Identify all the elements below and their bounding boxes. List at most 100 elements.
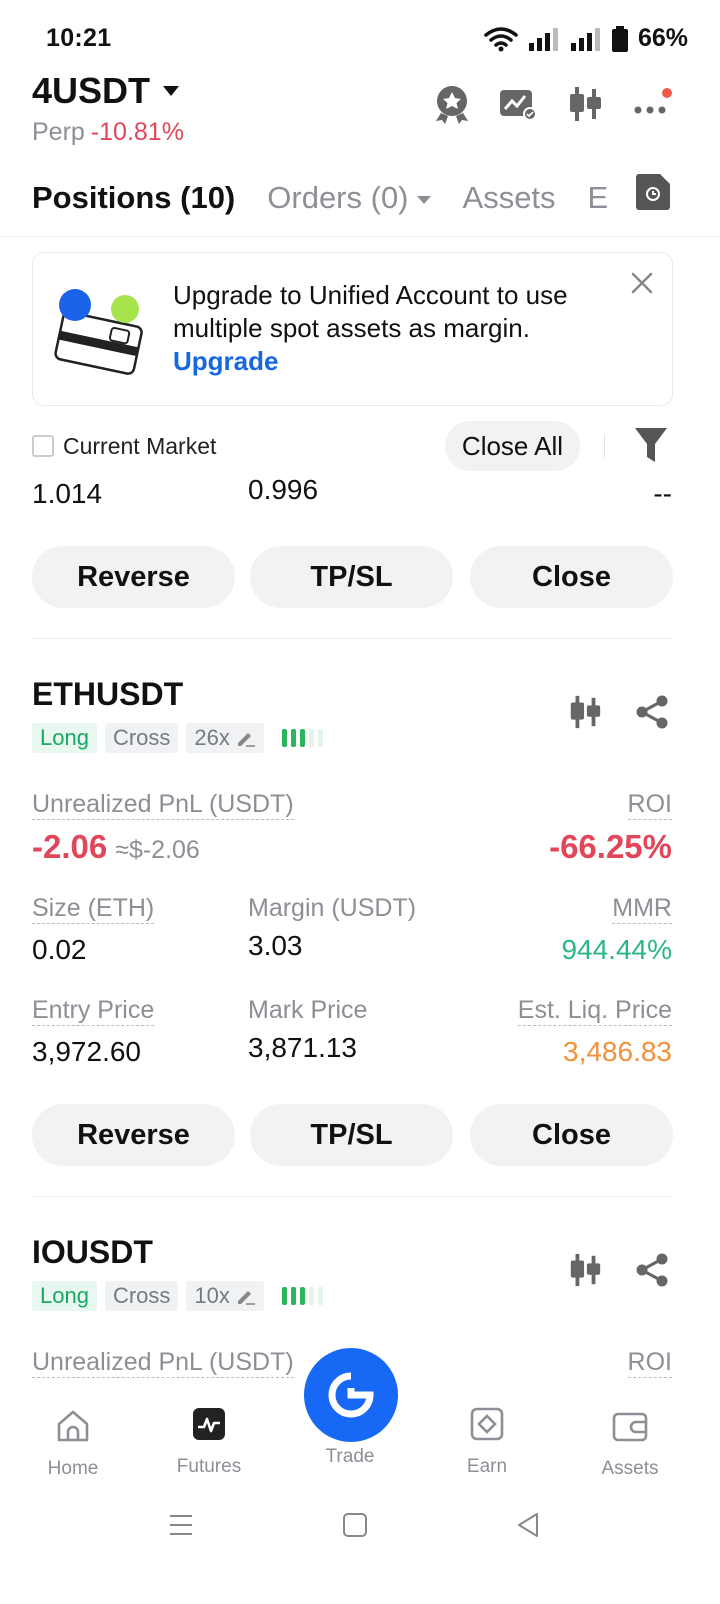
tab-positions[interactable]: Positions (10) — [32, 180, 235, 216]
banner-text: Upgrade to Unified Account to use multip… — [173, 280, 568, 343]
price-change: -10.81% — [90, 118, 184, 146]
size-value: 0.02 — [32, 934, 87, 965]
system-navigation-bar — [0, 1500, 720, 1604]
liq-price-value: 3,486.83 — [563, 1036, 672, 1067]
position-divider — [32, 638, 673, 639]
unrealized-pnl-label[interactable]: Unrealized PnL (USDT) — [32, 790, 294, 820]
pnl-value: -2.06 — [32, 828, 108, 865]
home-button-icon[interactable] — [342, 1512, 368, 1538]
tab-orders[interactable]: Orders (0) — [267, 180, 431, 216]
tab-more[interactable]: E — [588, 180, 609, 216]
leverage-badge[interactable]: 10x — [186, 1281, 264, 1311]
leverage-value: 10x — [194, 1283, 230, 1308]
position-tags: Long Cross 26x — [32, 723, 323, 753]
pair-name: 4USDT — [32, 70, 151, 111]
partial-liq-price: -- — [653, 478, 672, 509]
position-tags: Long Cross 10x — [32, 1281, 323, 1311]
reverse-button[interactable]: Reverse — [32, 546, 235, 608]
nav-earn-label: Earn — [466, 1456, 508, 1477]
order-history-icon[interactable] — [636, 174, 670, 210]
nav-futures-label: Futures — [176, 1456, 242, 1477]
close-position-button[interactable]: Close — [470, 1104, 673, 1166]
close-all-button[interactable]: Close All — [445, 421, 580, 471]
edit-icon — [237, 733, 255, 747]
nav-assets-label: Assets — [601, 1458, 659, 1479]
share-icon[interactable] — [634, 1252, 670, 1288]
upgrade-link[interactable]: Upgrade — [173, 345, 613, 378]
entry-price-label[interactable]: Entry Price — [32, 996, 155, 1026]
current-market-label[interactable]: Current Market — [63, 433, 216, 460]
side-badge: Long — [32, 1281, 97, 1311]
wallet-illustration-icon — [54, 289, 143, 375]
nav-futures[interactable]: Futures — [154, 1406, 264, 1478]
pair-selector[interactable]: 4USDT — [32, 70, 180, 112]
roi-label[interactable]: ROI — [627, 1348, 672, 1378]
nav-earn[interactable]: Earn — [432, 1406, 542, 1478]
roi-label[interactable]: ROI — [627, 790, 672, 820]
signal-icon-2 — [570, 27, 600, 51]
status-indicators: 66% — [484, 24, 688, 53]
earn-icon — [470, 1407, 504, 1441]
liq-price-label[interactable]: Est. Liq. Price — [517, 996, 672, 1026]
margin-mode-badge: Cross — [104, 723, 179, 753]
close-icon[interactable] — [628, 269, 656, 297]
trade-button[interactable] — [304, 1348, 398, 1442]
recent-apps-icon[interactable] — [168, 1512, 194, 1538]
unrealized-pnl-label[interactable]: Unrealized PnL (USDT) — [32, 1348, 294, 1378]
rewards-badge-icon[interactable] — [430, 82, 474, 126]
pair-subtitle: Perp -10.81% — [32, 118, 184, 147]
candlestick-icon[interactable] — [567, 694, 603, 730]
candlestick-icon[interactable] — [567, 1252, 603, 1288]
tab-assets[interactable]: Assets — [463, 180, 556, 216]
battery-level: 66% — [637, 24, 688, 52]
pnl-usd-value: ≈$-2.06 — [115, 836, 200, 864]
back-icon[interactable] — [515, 1512, 541, 1538]
signal-icon — [528, 27, 558, 51]
assets-icon — [612, 1412, 648, 1442]
roi-value: -66.25% — [549, 828, 672, 865]
margin-value[interactable]: 3.03 — [248, 930, 303, 962]
contract-type: Perp — [32, 118, 85, 146]
mark-price-label: Mark Price — [248, 996, 368, 1024]
wifi-icon — [484, 26, 518, 51]
side-badge: Long — [32, 723, 97, 753]
margin-mode-badge: Cross — [104, 1281, 179, 1311]
status-time: 10:21 — [46, 24, 112, 52]
filter-icon[interactable] — [634, 426, 668, 464]
tpsl-button[interactable]: TP/SL — [250, 1104, 453, 1166]
mmr-label[interactable]: MMR — [612, 894, 672, 924]
filter-divider — [604, 434, 605, 458]
trade-icon — [328, 1372, 374, 1418]
reverse-button[interactable]: Reverse — [32, 1104, 235, 1166]
leverage-value: 26x — [194, 725, 230, 750]
size-label[interactable]: Size (ETH) — [32, 894, 155, 924]
leverage-badge[interactable]: 26x — [186, 723, 264, 753]
chevron-down-icon — [416, 195, 431, 204]
position-symbol[interactable]: ETHUSDT — [32, 676, 183, 713]
nav-assets[interactable]: Assets — [575, 1408, 685, 1480]
share-icon[interactable] — [634, 694, 670, 730]
position-divider — [32, 1196, 673, 1197]
home-icon — [57, 1410, 89, 1442]
nav-trade-label: Trade — [325, 1446, 375, 1467]
caret-down-icon — [163, 86, 180, 96]
partial-entry-price: 1.014 — [32, 478, 103, 509]
battery-icon — [611, 25, 628, 52]
nav-trade[interactable]: Trade — [295, 1446, 405, 1468]
tpsl-button[interactable]: TP/SL — [250, 546, 453, 608]
adl-indicator — [281, 729, 323, 747]
tab-orders-label: Orders (0) — [267, 180, 409, 215]
candlestick-icon[interactable] — [563, 82, 607, 126]
adl-indicator — [281, 1287, 323, 1305]
nav-home-label: Home — [47, 1458, 99, 1479]
banner-message: Upgrade to Unified Account to use multip… — [173, 279, 613, 378]
futures-icon — [193, 1408, 225, 1440]
position-symbol[interactable]: IOUSDT — [32, 1234, 153, 1271]
mmr-value: 944.44% — [561, 934, 672, 965]
current-market-checkbox[interactable] — [32, 435, 54, 457]
unrealized-pnl: -2.06 ≈$-2.06 — [32, 828, 200, 866]
chart-settings-icon[interactable] — [496, 82, 540, 126]
nav-home[interactable]: Home — [18, 1408, 128, 1480]
close-position-button[interactable]: Close — [470, 546, 673, 608]
more-menu-icon[interactable] — [630, 82, 674, 126]
